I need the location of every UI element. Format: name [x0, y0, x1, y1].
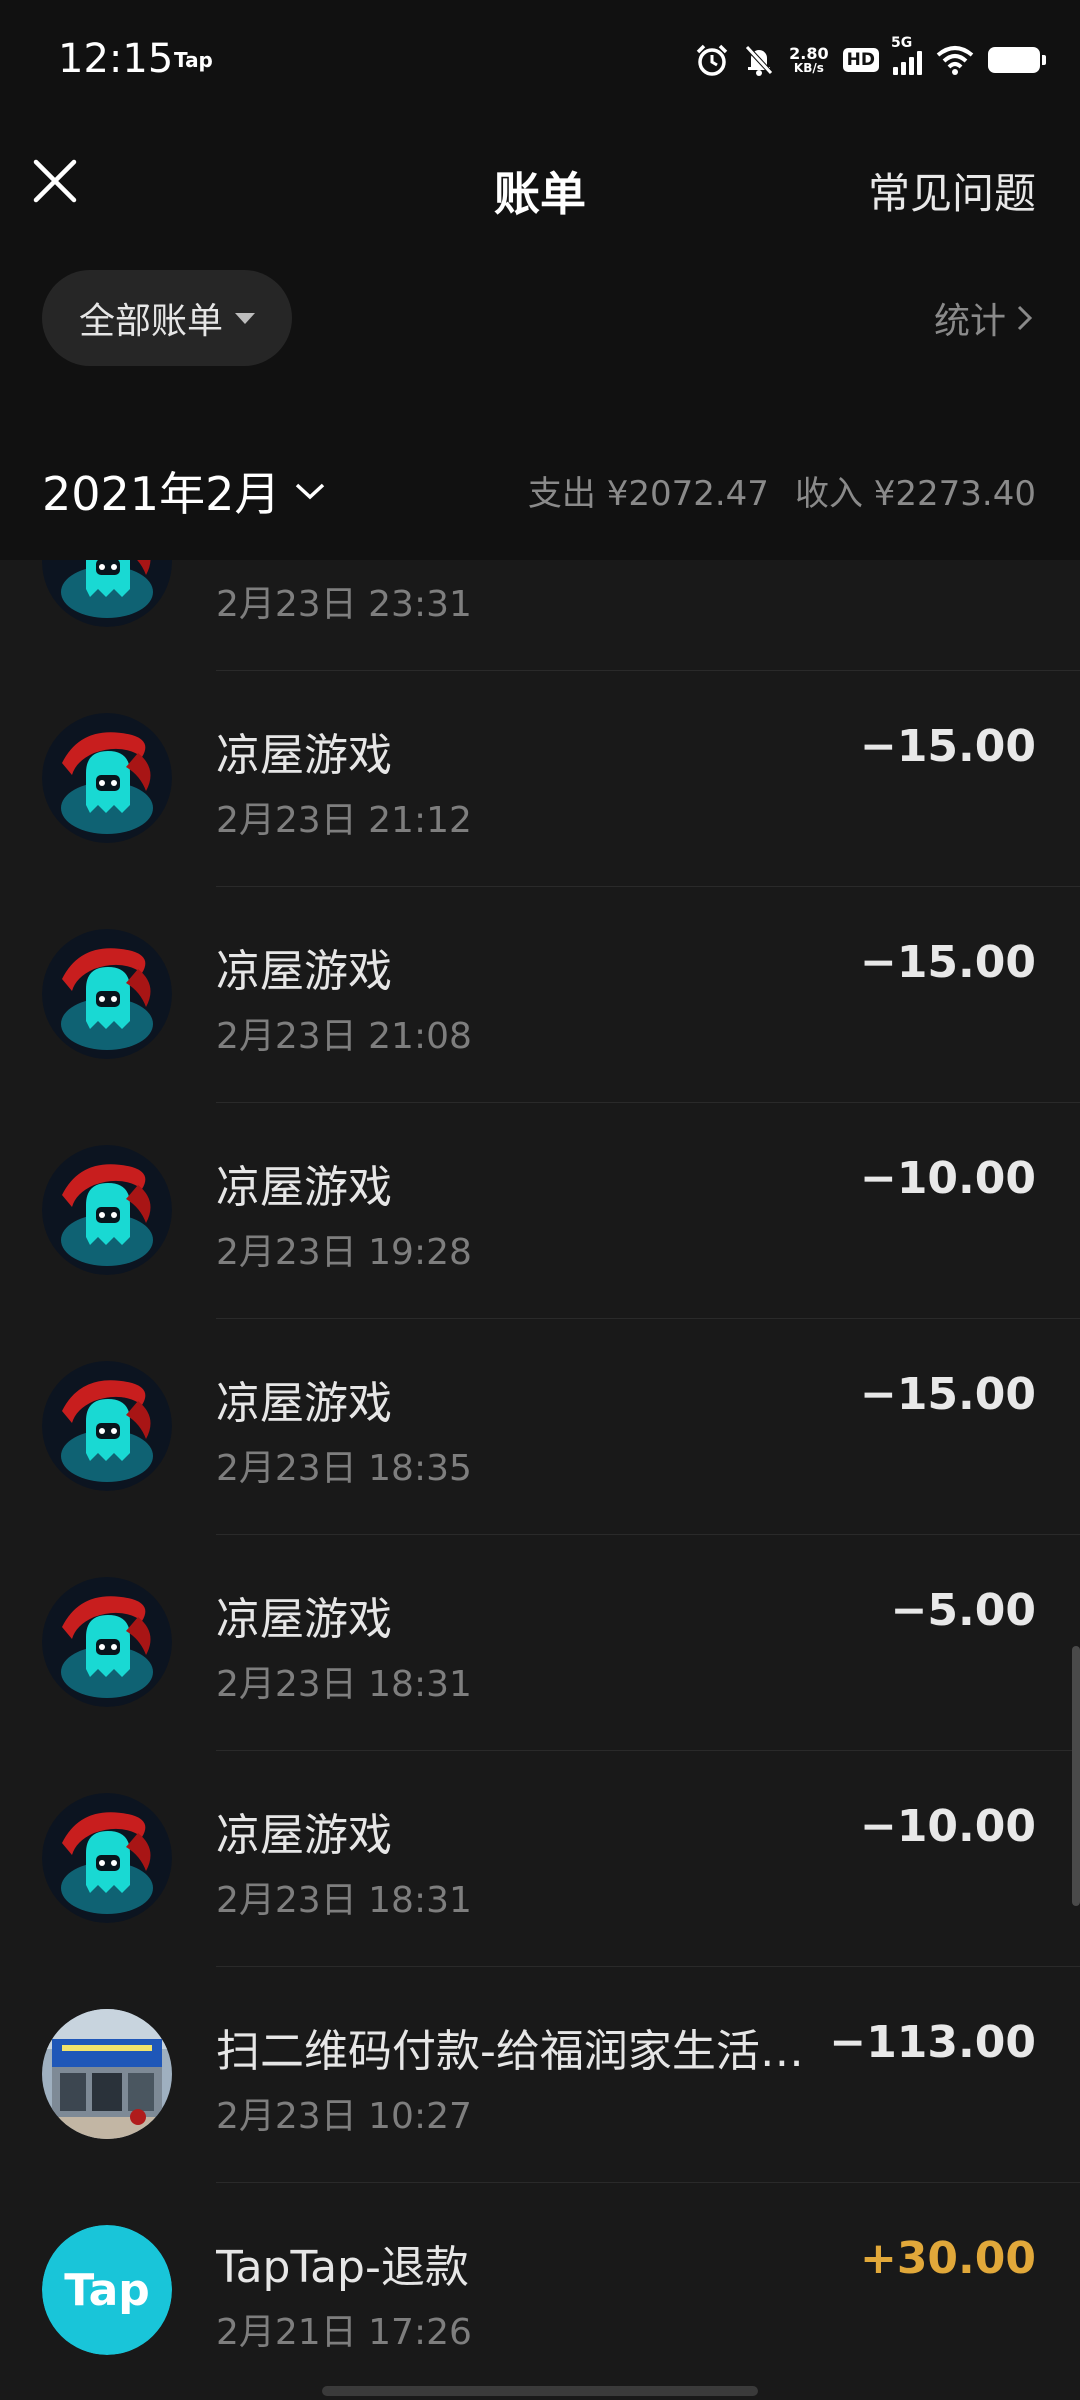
- bill-time: 2月21日 17:26: [216, 2312, 472, 2353]
- bill-amount: −113.00: [829, 2017, 1036, 2068]
- chevron-right-icon: [1017, 305, 1033, 331]
- bill-time: 2月23日 10:27: [216, 2096, 472, 2137]
- bill-title: 凉屋游戏: [216, 1378, 392, 1429]
- nav-bar: 账单 常见问题: [0, 120, 1080, 250]
- scrollbar[interactable]: [1072, 1646, 1080, 1906]
- bill-time: 2月23日 18:35: [216, 1448, 472, 1489]
- bill-avatar: [42, 1145, 172, 1275]
- bill-avatar: [42, 1361, 172, 1491]
- bill-amount: +30.00: [859, 2233, 1036, 2284]
- month-picker[interactable]: 2021年2月: [42, 458, 326, 524]
- bill-list-item[interactable]: 扫二维码付款-给福润家生活购物超市 2月23日 10:27 −113.00: [0, 1967, 1080, 2183]
- stats-label: 统计: [933, 301, 1006, 342]
- bill-avatar: [42, 2009, 172, 2139]
- bill-avatar: Tap: [42, 2225, 172, 2355]
- signal-icon: 5G: [891, 35, 922, 75]
- mute-bell-icon: [745, 45, 774, 76]
- bill-list-item[interactable]: 凉屋游戏 2月23日 23:31: [0, 560, 1080, 671]
- bill-title: 凉屋游戏: [216, 1594, 392, 1645]
- bill-filter-dropdown[interactable]: 全部账单: [42, 270, 292, 366]
- triangle-down-icon: [235, 312, 255, 324]
- month-totals: 支出 ¥2072.47 收入 ¥2273.40: [528, 466, 1036, 515]
- bill-title: 凉屋游戏: [216, 946, 392, 997]
- bill-list-item[interactable]: 凉屋游戏 2月23日 21:08 −15.00: [0, 887, 1080, 1103]
- month-label: 2021年2月: [42, 467, 281, 521]
- bill-time: 2月23日 18:31: [216, 1880, 472, 1921]
- bill-amount: −15.00: [859, 721, 1036, 772]
- filter-row: 全部账单 统计: [0, 250, 1080, 411]
- bill-title: 扫二维码付款-给福润家生活购物超市: [216, 2026, 806, 2077]
- bill-list-item[interactable]: 凉屋游戏 2月23日 18:31 −10.00: [0, 1751, 1080, 1967]
- battery-icon: [988, 47, 1046, 73]
- game-icon: [42, 1145, 172, 1275]
- store-photo: [42, 2009, 172, 2139]
- bill-list-item[interactable]: 凉屋游戏 2月23日 21:12 −15.00: [0, 671, 1080, 887]
- bill-time: 2月23日 23:31: [216, 584, 472, 625]
- status-bar: 12:15 Tap 2.80 KB/s HD 5G: [0, 0, 1080, 120]
- home-indicator[interactable]: [322, 2386, 758, 2396]
- bill-time: 2月23日 18:31: [216, 1664, 472, 1705]
- bill-title: 凉屋游戏: [216, 730, 392, 781]
- bill-title: 凉屋游戏: [216, 1162, 392, 1213]
- game-icon: [42, 1793, 172, 1923]
- bill-list-item[interactable]: 凉屋游戏 2月23日 18:35 −15.00: [0, 1319, 1080, 1535]
- network-speed-unit: KB/s: [793, 60, 824, 75]
- bill-time: 2月23日 21:08: [216, 1016, 472, 1057]
- bill-time: 2月23日 21:12: [216, 800, 472, 841]
- status-icons: 2.80 KB/s HD 5G: [695, 35, 1046, 82]
- game-icon: [42, 1361, 172, 1491]
- bill-list: 凉屋游戏 2月23日 23:31 凉屋游戏 2月23日 21:12 −15.00 凉屋…: [0, 560, 1080, 2360]
- bill-list-item[interactable]: 凉屋游戏 2月23日 19:28 −10.00: [0, 1103, 1080, 1319]
- taptap-logo: Tap: [42, 2225, 172, 2355]
- network-speed-value: 2.80: [789, 43, 829, 63]
- bill-title: TapTap-退款: [216, 2242, 469, 2293]
- bill-amount: −15.00: [859, 937, 1036, 988]
- income-total: 收入 ¥2273.40: [794, 474, 1036, 514]
- status-time: 12:15: [58, 36, 174, 82]
- wifi-icon: [936, 46, 974, 75]
- bill-time: 2月23日 19:28: [216, 1232, 472, 1273]
- game-icon: [42, 1577, 172, 1707]
- stats-link[interactable]: 统计: [934, 292, 1034, 344]
- hd-icon: HD: [842, 48, 879, 72]
- bill-amount: −5.00: [890, 1585, 1036, 1636]
- bill-list-item[interactable]: 凉屋游戏 2月23日 18:31 −5.00: [0, 1535, 1080, 1751]
- game-icon: [42, 929, 172, 1059]
- bill-page: 12:15 Tap 2.80 KB/s HD 5G 账单 常见问题 全部账单 统…: [0, 0, 1080, 2400]
- tap-notification-icon: Tap: [174, 48, 213, 72]
- bill-avatar: [42, 1577, 172, 1707]
- game-icon: [42, 713, 172, 843]
- bill-title: 凉屋游戏: [216, 1810, 392, 1861]
- network-speed: 2.80 KB/s: [789, 43, 829, 75]
- chevron-down-icon: [296, 483, 325, 500]
- alarm-icon: [696, 44, 728, 76]
- bill-title: 凉屋游戏: [216, 560, 392, 567]
- bill-filter-label: 全部账单: [78, 301, 223, 342]
- network-type: 5G: [891, 35, 913, 51]
- month-summary-row: 2021年2月 支出 ¥2072.47 收入 ¥2273.40: [0, 410, 1080, 560]
- faq-link[interactable]: 常见问题: [868, 160, 1036, 221]
- bill-avatar: [42, 929, 172, 1059]
- bill-amount: −10.00: [859, 1153, 1036, 1204]
- bill-amount: −10.00: [859, 1801, 1036, 1852]
- expense-total: 支出 ¥2072.47: [527, 474, 769, 514]
- bill-avatar: [42, 560, 172, 627]
- svg-text:Tap: Tap: [64, 2265, 150, 2316]
- game-icon: [42, 560, 172, 627]
- bill-avatar: [42, 1793, 172, 1923]
- bill-list-item[interactable]: Tap TapTap-退款 2月21日 17:26 +30.00: [0, 2183, 1080, 2360]
- bill-amount: −15.00: [859, 1369, 1036, 1420]
- bill-avatar: [42, 713, 172, 843]
- bill-list-items: 凉屋游戏 2月23日 23:31 凉屋游戏 2月23日 21:12 −15.00 凉屋…: [0, 560, 1080, 2360]
